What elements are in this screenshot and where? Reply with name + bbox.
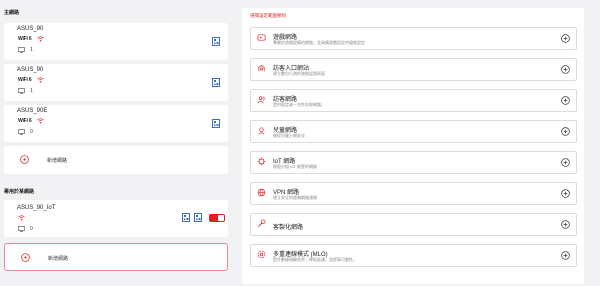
add-network-button-2[interactable]: 新增網路 [4, 243, 228, 271]
wifi-icon [37, 36, 45, 42]
wifi-icon [37, 118, 45, 124]
network-name: ASUS_90E [17, 108, 48, 114]
device-icon [18, 129, 25, 135]
option-custom-network[interactable]: 客製化網路 [250, 213, 577, 236]
add-circle-icon[interactable] [561, 65, 570, 74]
option-title: 客製化網路 [273, 225, 304, 231]
wifi6-badge: WiFi 6 [18, 77, 32, 83]
network-card-2[interactable]: ASUS_90 WiFi 6 1 [4, 64, 228, 101]
device-count-value: 1 [30, 88, 33, 94]
add-network-label: 新增網路 [48, 256, 69, 262]
device-icon [18, 226, 25, 232]
option-desc: 提供限定或一次性存取網路。 [273, 102, 325, 107]
device-count: 1 [18, 88, 33, 94]
qr-code-icon[interactable] [182, 213, 190, 222]
option-vpn-network[interactable]: VPN 網路 建立安全的遠端網路連線 [250, 182, 577, 205]
add-circle-icon[interactable] [561, 34, 570, 43]
guest-portal-icon [258, 64, 265, 72]
qr-code-icon-2[interactable] [194, 213, 202, 222]
add-circle-icon [20, 155, 29, 164]
option-mlo[interactable]: 多重連線模式 (MLO) 提升數據傳輸效率，降低延遲，並提高可靠性。 [250, 244, 577, 267]
option-desc: 建立數位行銷的強制認證頁面 [273, 71, 325, 76]
add-circle-icon [21, 253, 30, 262]
qr-code-icon[interactable] [212, 78, 220, 87]
device-icon [18, 47, 25, 53]
wifi6-badge: WiFi 6 [18, 36, 32, 42]
option-desc: 輕鬆分組 IoT 裝置的網路 [273, 164, 317, 169]
option-guest-network[interactable]: 訪客網路 提供限定或一次性存取網路。 [250, 89, 577, 112]
wifi6-badge: WiFi 6 [18, 118, 32, 124]
network-card-1[interactable]: ASUS_90 WiFi 6 1 [4, 23, 228, 60]
add-network-button[interactable]: 新增網路 [4, 146, 228, 174]
vpn-network-icon [257, 188, 266, 197]
option-desc: 建立安全的遠端網路連線 [273, 195, 317, 200]
option-guest-portal[interactable]: 訪客入口網站 建立數位行銷的強制認證頁面 [250, 58, 577, 81]
iot-section-title: 專用於某網路 [4, 189, 35, 195]
network-toggle[interactable] [209, 214, 225, 222]
add-circle-icon[interactable] [561, 127, 570, 136]
device-count-value: 0 [30, 226, 33, 232]
wifi-icon [18, 215, 25, 221]
wifi-icon [37, 77, 45, 83]
toggle-knob [218, 215, 224, 221]
add-circle-icon[interactable] [561, 220, 570, 229]
option-game-network[interactable]: 遊戲網路 專屬於遊戲設備的網路，並具備遊戲設定的優質設定 [250, 27, 577, 50]
option-kids-network[interactable]: 兒童網路 確保兒童上網安全 [250, 120, 577, 143]
main-network-section-title: 主網路 [4, 10, 20, 16]
qr-code-icon[interactable] [212, 37, 220, 46]
guest-network-icon [257, 96, 265, 104]
device-count: 0 [18, 129, 33, 135]
iot-network-icon [257, 157, 266, 166]
network-name: ASUS_90 [17, 26, 44, 32]
network-card-3[interactable]: ASUS_90E WiFi 6 0 [4, 105, 228, 142]
device-count: 1 [18, 47, 33, 53]
add-circle-icon[interactable] [561, 189, 570, 198]
add-circle-icon[interactable] [561, 251, 570, 260]
device-count: 0 [18, 226, 33, 232]
option-desc: 提升數據傳輸效率，降低延遲，並提高可靠性。 [273, 257, 357, 262]
iot-network-card[interactable]: ASUS_90_IoT 0 [4, 200, 228, 237]
add-circle-icon[interactable] [561, 96, 570, 105]
kids-network-icon [258, 127, 265, 135]
device-icon [18, 88, 25, 94]
qr-code-icon[interactable] [212, 119, 220, 128]
custom-network-icon [258, 219, 266, 227]
device-count-value: 0 [30, 129, 33, 135]
option-iot-network[interactable]: IoT 網路 輕鬆分組 IoT 裝置的網路 [250, 151, 577, 174]
network-name: ASUS_90_IoT [17, 205, 56, 211]
scope-category-panel: 選擇設定範圍類別 遊戲網路 專屬於遊戲設備的網路，並具備遊戲設定的優質設定 訪客… [242, 8, 584, 284]
game-network-icon [257, 34, 266, 41]
add-network-label: 新增網路 [47, 158, 68, 164]
add-circle-icon[interactable] [561, 158, 570, 167]
network-name: ASUS_90 [17, 67, 44, 73]
device-count-value: 1 [30, 47, 33, 53]
mlo-icon [257, 250, 266, 259]
option-desc: 專屬於遊戲設備的網路，並具備遊戲設定的優質設定 [273, 40, 365, 45]
option-desc: 確保兒童上網安全 [273, 133, 305, 138]
panel-title: 選擇設定範圍類別 [250, 13, 286, 18]
